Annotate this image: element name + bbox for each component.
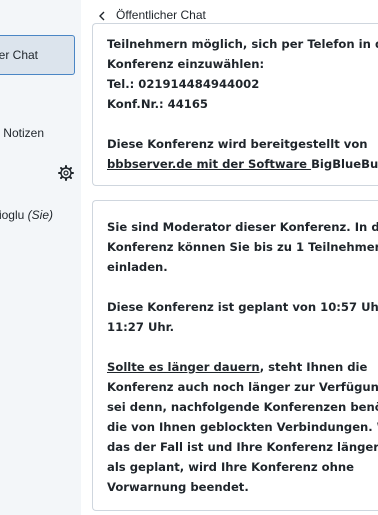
chat-panel: Öffentlicher Chat Teilnehmern möglich, s… [81,0,378,515]
message-line: die von Ihnen geblockten Verbindungen. W… [107,420,378,434]
user-list-item-self[interactable]: Kalioglu (Sie) [0,208,53,222]
sidebar-item-public-chat[interactable]: Öffentlicher Chat [0,35,75,75]
message-line: Tel.: 021914484944002 [107,77,260,91]
message-line: Konf.Nr.: 44165 [107,97,208,111]
message-line: Teilnehmern möglich, sich per Telefon in… [107,37,378,51]
user-list-sidebar: Öffentlicher Chat Geteilte Notizen Kalio… [0,0,81,515]
message-line: 11:27 Uhr. [107,320,175,334]
message-line: Diese Konferenz ist geplant von 10:57 Uh… [107,300,378,314]
message-line: Diese Konferenz wird bereitgestellt von [107,137,368,151]
chat-title[interactable]: Öffentlicher Chat [116,8,206,22]
chat-message: Sie sind Moderator dieser Konferenz. In … [92,200,378,511]
message-line: das der Fall ist und Ihre Konferenz läng… [107,440,378,454]
sidebar-item-public-chat-label: Öffentlicher Chat [0,48,38,62]
message-line: Sie sind Moderator dieser Konferenz. In … [107,220,378,234]
bbbserver-link[interactable]: bbbserver.de mit der Software [107,157,311,171]
user-name: Kalioglu [0,208,25,222]
user-self-suffix: (Sie) [27,208,53,222]
message-line: bbbserver.de mit der Software BigBlueBut… [107,154,378,174]
chat-message: Teilnehmern möglich, sich per Telefon in… [92,23,378,186]
message-line: als geplant, wird Ihre Konferenz ohne [107,460,355,474]
message-line: Vorwarnung beendet. [107,480,249,494]
sidebar-item-shared-notes[interactable]: Geteilte Notizen [0,126,44,140]
message-line: Konferenz können Sie bis zu 1 Teilnehmer [107,240,378,254]
message-line: sei denn, nachfolgende Konferenzen benöt… [107,400,378,414]
extend-info-link[interactable]: Sollte es länger dauern [107,360,260,374]
message-line: Konferenz auch noch länger zur Verfügung… [107,380,378,394]
message-line: einladen. [107,260,168,274]
message-text: , steht Ihnen die [259,360,368,374]
gear-icon[interactable] [58,165,74,181]
message-line: Konferenz einzuwählen: [107,57,265,71]
message-line: Sollte es länger dauern, steht Ihnen die [107,357,367,377]
message-text: BigBlueButton. [311,157,378,171]
